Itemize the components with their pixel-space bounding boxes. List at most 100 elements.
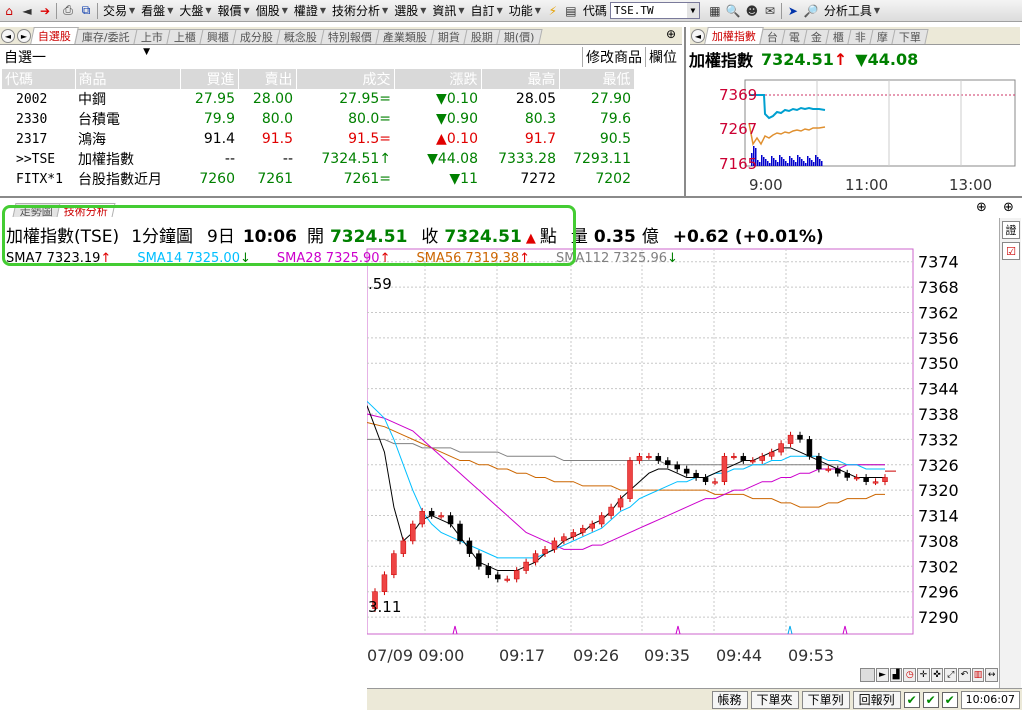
scroll-right-icon[interactable]: ►	[876, 668, 889, 682]
candle	[627, 460, 633, 499]
candle	[636, 456, 643, 461]
candle	[683, 468, 690, 474]
candle	[882, 477, 888, 482]
candle	[768, 451, 775, 457]
candle	[457, 523, 463, 542]
x-tick-label: 09:26	[573, 646, 619, 665]
candle	[797, 434, 803, 440]
status-bar: 帳務 下單夾 下單列 回報列 ✔ ✔ ✔ 10:06:07	[367, 688, 1022, 710]
candle	[731, 456, 737, 459]
candle	[759, 456, 765, 461]
candle	[665, 460, 671, 466]
candle	[485, 566, 492, 576]
candle	[863, 477, 869, 482]
sma-arrow: ↓	[667, 251, 678, 266]
candle	[542, 549, 548, 554]
candle	[466, 540, 473, 554]
side-toolbar: 證 ☑	[999, 218, 1021, 696]
candle	[617, 498, 624, 508]
check-icon[interactable]: ✔	[903, 691, 920, 708]
candle	[495, 574, 501, 580]
x-tick-label: 07/09 09:00	[367, 646, 464, 665]
x-tick-label: 09:44	[716, 646, 762, 665]
y-tick-label: 7290	[918, 608, 959, 627]
resize-icon[interactable]: ↔	[985, 668, 999, 682]
candle	[778, 443, 784, 453]
x-tick-label: 09:17	[499, 646, 545, 665]
candle	[853, 477, 860, 480]
candle	[561, 536, 567, 542]
y-tick-label: 7344	[918, 380, 959, 399]
crosshair-alt-icon[interactable]: ✜	[930, 668, 944, 682]
volume-value: 0.35	[593, 227, 636, 247]
candle	[570, 532, 577, 537]
candle	[806, 439, 813, 457]
candle	[872, 481, 879, 484]
y-tick-label: 7296	[918, 583, 959, 602]
side-tool-button[interactable]: 證	[1002, 221, 1020, 239]
candle	[381, 574, 388, 592]
high-annotation: .59	[368, 275, 392, 293]
candle	[551, 540, 558, 550]
check-icon[interactable]: ✔	[941, 691, 958, 708]
candle	[410, 523, 416, 542]
x-tick-label: 09:53	[788, 646, 834, 665]
candle	[740, 456, 747, 461]
candle	[721, 456, 728, 482]
y-tick-label: 7338	[918, 405, 959, 424]
candle	[844, 472, 850, 478]
chart-frame	[366, 248, 914, 635]
candle	[750, 460, 756, 463]
candle	[674, 464, 680, 470]
sma-value: 7325.96	[613, 251, 667, 266]
candle	[391, 553, 397, 576]
bar-chart-icon[interactable]: ▥	[971, 668, 985, 682]
candle	[835, 468, 841, 474]
candle	[702, 477, 709, 482]
order-folder-button[interactable]: 下單夾	[750, 690, 799, 709]
order-bar-button[interactable]: 下單列	[801, 690, 850, 709]
candle	[532, 553, 539, 563]
crosshair-icon[interactable]: ✛	[917, 668, 930, 682]
check-icon[interactable]: ✔	[922, 691, 939, 708]
app-window: ⌂ ◄ ➔ ⎙ ⧉ 交易 ▼ 看盤 ▼ 大盤 ▼ 報價 ▼ 個股 ▼ 權證 ▼ 技術分析 ▼ 選股 ▼ 資訊 ▼ 自…	[0, 0, 1022, 710]
candle	[655, 456, 662, 461]
change-value: +0.62 (+0.01%)	[672, 227, 824, 247]
volume-unit: 億	[641, 227, 659, 247]
candle	[693, 472, 699, 478]
expand-icon[interactable]: ⤢	[944, 668, 958, 682]
candle	[476, 553, 482, 567]
candle	[504, 578, 510, 581]
y-tick-label: 7356	[918, 329, 959, 348]
candle	[447, 515, 454, 525]
y-tick-label: 7374	[918, 253, 959, 272]
checkbox-icon[interactable]: ☑	[1002, 242, 1020, 260]
y-tick-label: 7332	[918, 430, 959, 449]
candle	[825, 468, 832, 471]
chart-type-icon[interactable]: ▟	[889, 668, 903, 682]
candle	[400, 540, 407, 554]
candle	[589, 523, 595, 529]
candle	[438, 515, 444, 518]
y-tick-label: 7314	[918, 507, 959, 526]
candle	[646, 456, 652, 459]
scrollbar-track[interactable]	[860, 668, 876, 682]
candle	[513, 570, 520, 580]
candle	[428, 511, 435, 516]
report-bar-button[interactable]: 回報列	[852, 690, 901, 709]
candle	[816, 456, 822, 470]
y-tick-label: 7350	[918, 354, 959, 373]
y-tick-label: 7320	[918, 481, 959, 500]
candle	[598, 515, 605, 525]
candle	[523, 561, 529, 571]
candle	[580, 527, 586, 533]
undo-icon[interactable]: ↶	[958, 668, 971, 682]
candle	[608, 506, 614, 516]
highlight-box	[2, 205, 576, 266]
y-tick-label: 7368	[918, 278, 959, 297]
clock-icon[interactable]: ◷	[903, 668, 917, 682]
account-button[interactable]: 帳務	[711, 690, 748, 709]
y-tick-label: 7362	[918, 303, 959, 322]
candle	[787, 434, 794, 444]
low-annotation: 3.11	[368, 598, 401, 616]
